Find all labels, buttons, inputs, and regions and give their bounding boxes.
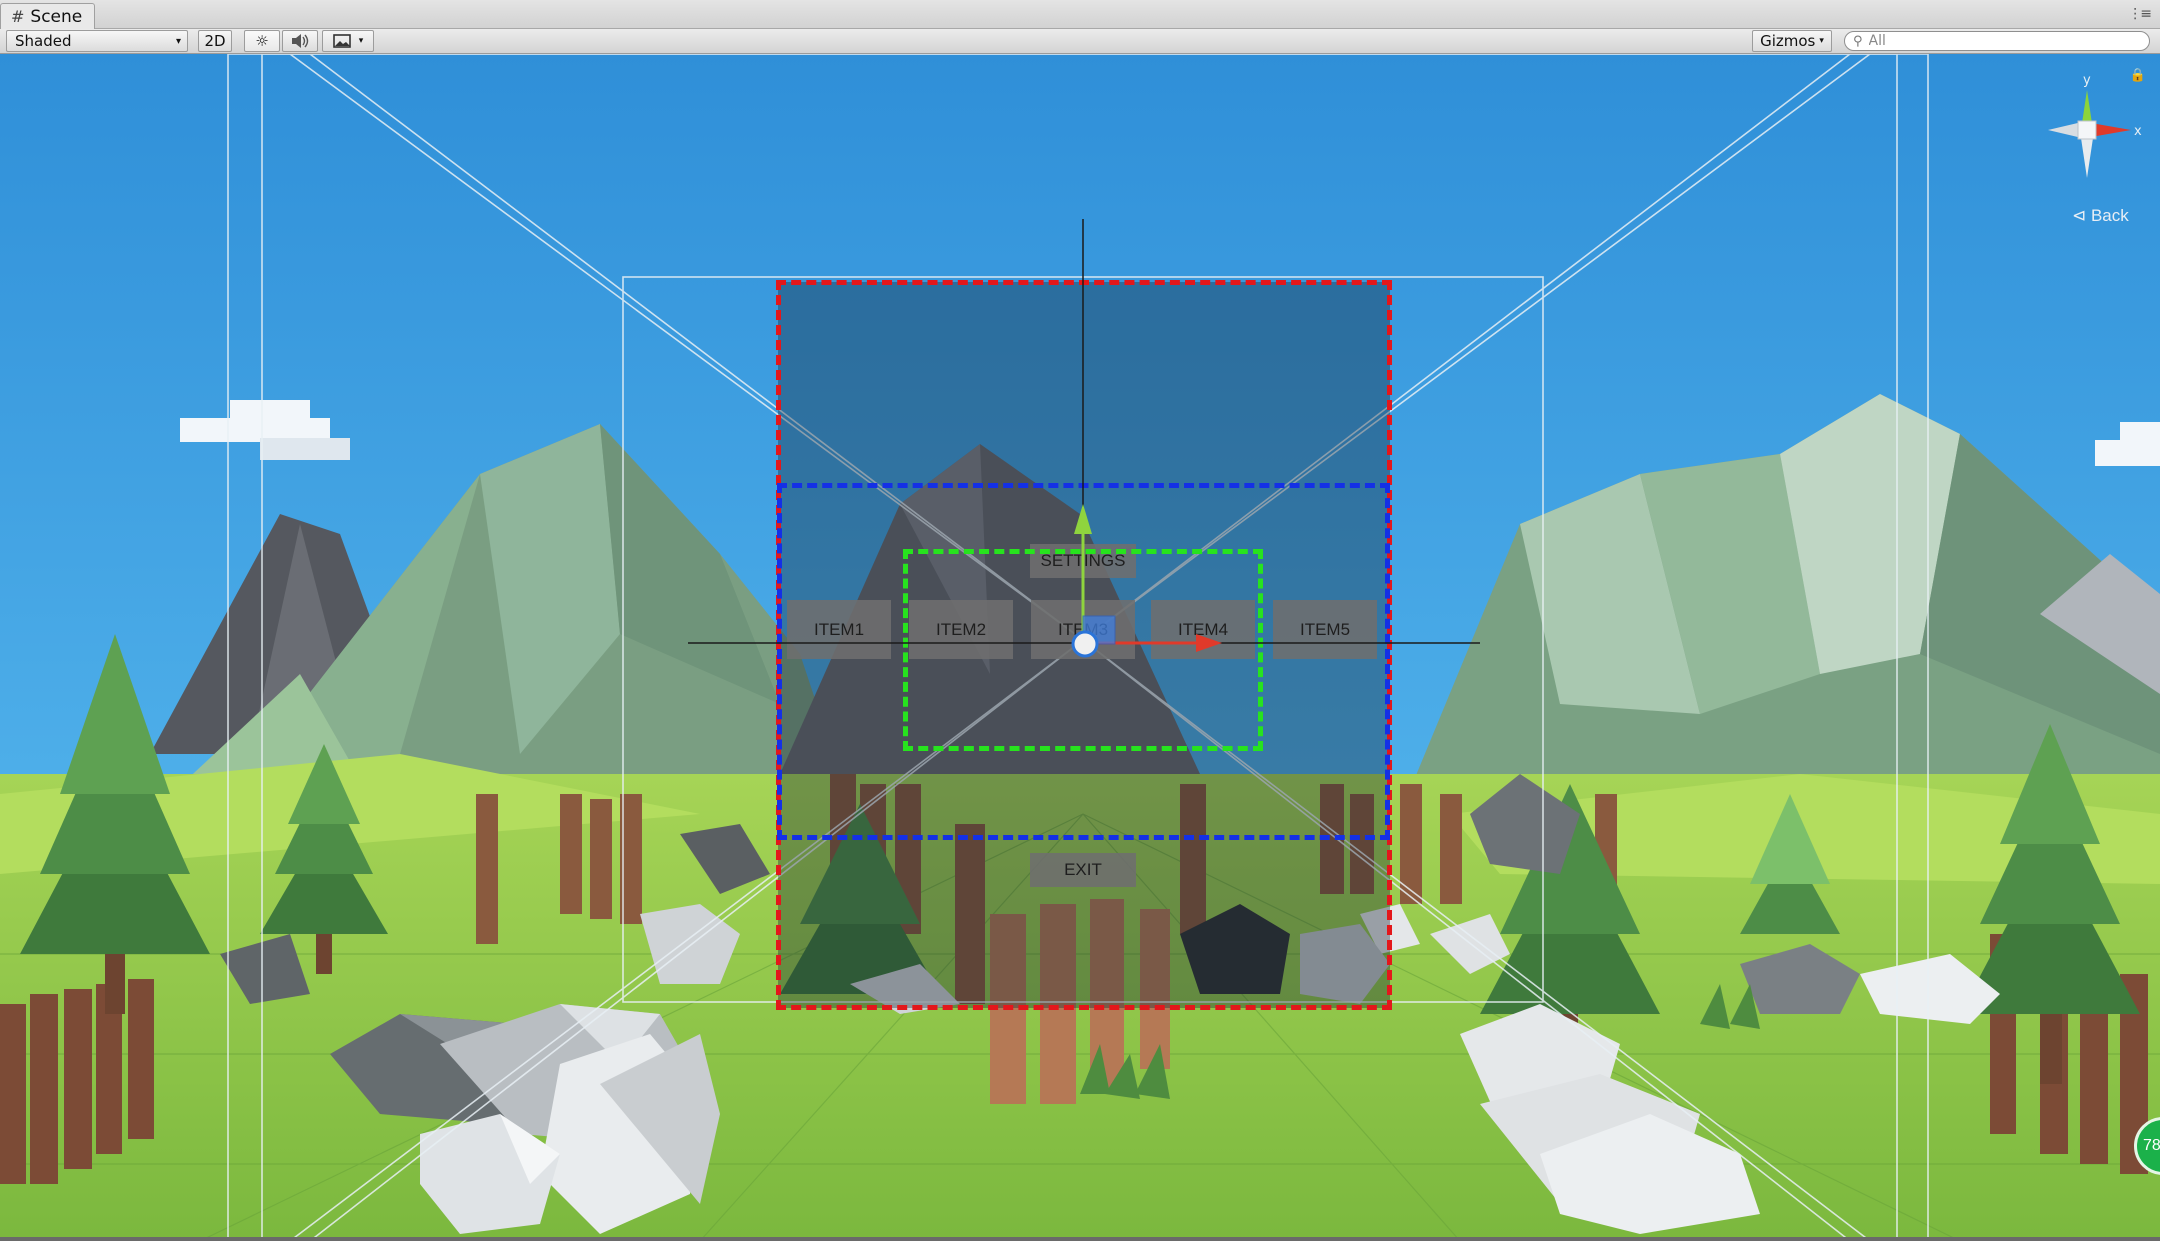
- image-effects-icon: [332, 34, 351, 48]
- scene-grid-icon: #: [11, 7, 25, 26]
- search-input[interactable]: [1866, 32, 2131, 50]
- y-axis-arrow-icon: [1074, 504, 1092, 534]
- chevron-down-icon: ▾: [1819, 36, 1824, 46]
- sun-icon: ☼: [255, 32, 269, 50]
- move-tool-gizmo[interactable]: [0, 54, 2160, 1241]
- speaker-icon: [292, 34, 309, 48]
- tab-bar: # Scene ⋮≡: [0, 0, 2160, 29]
- search-icon: ⚲: [1853, 33, 1863, 49]
- effects-dropdown-button[interactable]: ▾: [322, 30, 374, 52]
- lock-icon[interactable]: 🔒: [2130, 68, 2146, 83]
- window-menu-icon[interactable]: ⋮≡: [2128, 6, 2152, 22]
- shading-mode-value: Shaded: [15, 32, 72, 50]
- gizmo-x-label: x: [2134, 124, 2142, 139]
- audio-toggle-button[interactable]: [282, 30, 318, 52]
- tab-scene[interactable]: # Scene: [0, 3, 96, 29]
- scene-orientation-gizmo[interactable]: 🔒 y x ⊲ Back: [2036, 68, 2146, 225]
- shading-mode-dropdown[interactable]: Shaded ▾: [6, 30, 188, 52]
- scene-viewport[interactable]: SETTINGS ITEM1 ITEM2 ITEM3 ITEM4 ITEM5 E…: [0, 54, 2160, 1241]
- scene-toolbar: Shaded ▾ 2D ☼ ▾ Gizmos ▾ ⚲: [0, 29, 2160, 54]
- toggle-2d-button[interactable]: 2D: [198, 30, 232, 52]
- gizmo-y-label: y: [2083, 73, 2091, 88]
- chevron-down-icon: ▾: [358, 36, 364, 46]
- chevron-down-icon: ▾: [175, 35, 181, 47]
- view-direction-label: ⊲ Back: [2072, 206, 2129, 225]
- unity-scene-window: # Scene ⋮≡ Shaded ▾ 2D ☼ ▾ Gizmos ▾ ⚲ Al…: [0, 0, 2160, 1241]
- gizmos-label: Gizmos: [1760, 32, 1816, 50]
- lighting-toggle-button[interactable]: ☼: [244, 30, 280, 52]
- x-axis-arrow-icon: [1196, 634, 1222, 652]
- tab-scene-label: Scene: [30, 6, 83, 27]
- camera-object-icon: [1071, 630, 1099, 658]
- axis-cones-icon[interactable]: y x: [2036, 68, 2146, 198]
- gizmos-dropdown[interactable]: Gizmos ▾: [1752, 30, 1832, 52]
- hierarchy-search-field[interactable]: ⚲: [1844, 31, 2150, 51]
